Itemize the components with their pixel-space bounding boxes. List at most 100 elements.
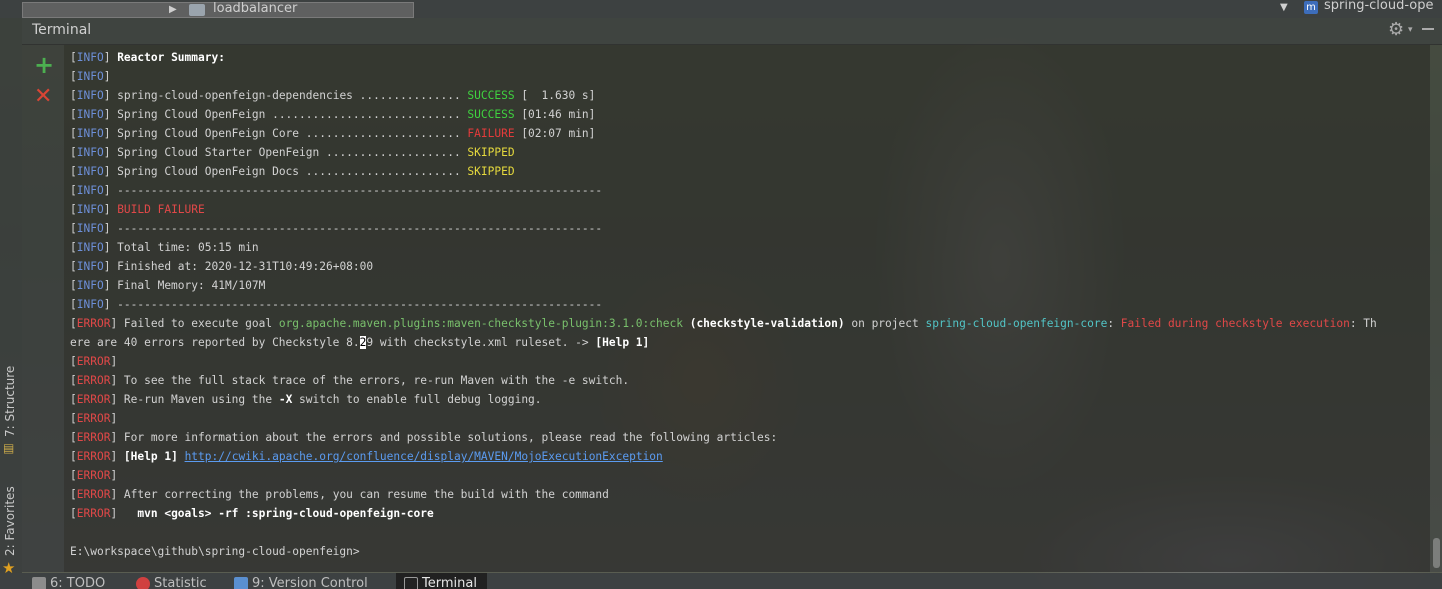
terminal-text: [ xyxy=(70,222,77,235)
gear-icon[interactable]: ⚙ xyxy=(1388,19,1404,40)
terminal-output[interactable]: [INFO] Reactor Summary: [INFO] [INFO] spri… xyxy=(64,45,1430,572)
terminal-text: : Th xyxy=(1349,317,1377,330)
terminal-text: [ xyxy=(70,298,77,311)
terminal-text: ere are 40 errors reported by Checkstyle… xyxy=(70,336,360,349)
scrollbar[interactable] xyxy=(1430,45,1442,572)
chevron-down-icon[interactable]: ▾ xyxy=(1408,25,1413,35)
terminal-line: [INFO] Reactor Summary: xyxy=(70,48,1377,67)
terminal-text: [ xyxy=(70,469,77,482)
terminal-text: switch to enable full debug logging. xyxy=(292,393,542,406)
terminal-text: [ xyxy=(70,70,77,83)
minimize-icon[interactable] xyxy=(1422,28,1434,30)
terminal-line: [ERROR] [Help 1] http://cwiki.apache.org… xyxy=(70,447,1377,466)
terminal-text: ] xyxy=(103,51,118,64)
terminal-line: [INFO] Spring Cloud OpenFeign Core .....… xyxy=(70,124,1377,143)
vcs-icon xyxy=(234,577,248,589)
log-level-tag: INFO xyxy=(76,279,104,292)
terminal-text: ] --------------------------------------… xyxy=(103,184,603,197)
terminal-text: ] Final Memory: 41M/107M xyxy=(103,279,266,292)
terminal-text: ] Failed to execute goal xyxy=(110,317,279,330)
log-level-tag: ERROR xyxy=(76,355,111,368)
maven-module-icon: m xyxy=(1304,1,1318,14)
terminal-text: Failed during checkstyle execution xyxy=(1120,317,1350,330)
terminal-text: [Help 1] xyxy=(595,336,650,349)
terminal-text: [ xyxy=(70,488,77,501)
tool-tab-todo-label: 6: TODO xyxy=(50,576,106,589)
terminal-text: org.apache.maven.plugins:maven-checkstyl… xyxy=(278,317,683,330)
tool-tab-version-control[interactable]: 9: Version Control xyxy=(234,573,368,589)
add-icon[interactable]: + xyxy=(34,53,54,77)
terminal-line: [INFO] Total time: 05:15 min xyxy=(70,238,1377,257)
log-level-tag: INFO xyxy=(76,108,104,121)
log-level-tag: ERROR xyxy=(76,469,111,482)
terminal-text: [ xyxy=(70,279,77,292)
scrollbar-thumb[interactable] xyxy=(1433,538,1440,568)
terminal-text: ] xyxy=(103,203,118,216)
log-level-tag: INFO xyxy=(76,222,104,235)
tab-loadbalancer[interactable]: ▶ loadbalancer xyxy=(22,2,414,18)
terminal-text: ] xyxy=(110,469,118,482)
terminal-line: [INFO] Finished at: 2020-12-31T10:49:26+… xyxy=(70,257,1377,276)
terminal-text: Reactor Summary: xyxy=(117,51,225,64)
terminal-text: [02:07 min] xyxy=(514,127,596,140)
tool-tab-version-control-label: 9: Version Control xyxy=(252,576,368,589)
terminal-line: [INFO] ---------------------------------… xyxy=(70,295,1377,314)
tab-project[interactable]: ▼ m spring-cloud-ope xyxy=(1276,0,1442,16)
terminal-line: [ERROR] xyxy=(70,466,1377,485)
terminal-text: ] Spring Cloud Starter OpenFeign .......… xyxy=(103,146,468,159)
terminal-text: E:\workspace\github\spring-cloud-openfei… xyxy=(70,545,360,558)
log-level-tag: ERROR xyxy=(76,507,111,520)
help-link[interactable]: http://cwiki.apache.org/confluence/displ… xyxy=(185,450,663,463)
expand-arrow-icon: ▶ xyxy=(169,4,177,15)
tool-tab-terminal[interactable]: Terminal xyxy=(396,573,487,589)
structure-icon: ▤ xyxy=(3,441,15,455)
terminal-text: [ xyxy=(70,184,77,197)
terminal-line: [INFO] Final Memory: 41M/107M xyxy=(70,276,1377,295)
terminal-text: [ xyxy=(70,355,77,368)
tool-tab-favorites[interactable]: 2: Favorites ★ xyxy=(0,486,22,578)
tool-tab-structure[interactable]: 7: Structure ▤ xyxy=(0,363,22,458)
tab-loadbalancer-label: loadbalancer xyxy=(213,1,298,16)
log-level-tag: ERROR xyxy=(76,374,111,387)
terminal-text: [01:46 min] xyxy=(514,108,596,121)
terminal-line: [INFO] xyxy=(70,67,1377,86)
terminal-text: ] Finished at: 2020-12-31T10:49:26+08:00 xyxy=(103,260,374,273)
terminal-text: SKIPPED xyxy=(467,165,515,178)
terminal-text: [ xyxy=(70,260,77,273)
folder-icon xyxy=(189,4,205,16)
terminal-line: [ERROR] Re-run Maven using the -X switch… xyxy=(70,390,1377,409)
terminal-text: [ xyxy=(70,241,77,254)
terminal-text: [ xyxy=(70,203,77,216)
close-icon[interactable]: ✕ xyxy=(34,85,52,109)
terminal-text: [ xyxy=(70,450,77,463)
terminal-text: [ xyxy=(70,431,77,444)
terminal-text: ] --------------------------------------… xyxy=(103,222,603,235)
terminal-text: FAILURE xyxy=(467,127,515,140)
terminal-text: ] spring-cloud-openfeign-dependencies ..… xyxy=(103,89,468,102)
terminal-line: [INFO] BUILD FAILURE xyxy=(70,200,1377,219)
terminal-text: ] xyxy=(110,412,118,425)
tool-tab-todo[interactable]: 6: TODO xyxy=(32,573,105,589)
log-level-tag: ERROR xyxy=(76,450,111,463)
terminal-line: [ERROR] After correcting the problems, y… xyxy=(70,485,1377,504)
log-level-tag: ERROR xyxy=(76,431,111,444)
terminal-line: [INFO] Spring Cloud OpenFeign ..........… xyxy=(70,105,1377,124)
terminal-text: -X xyxy=(278,393,293,406)
terminal-text: mvn <goals> -rf :spring-cloud-openfeign-… xyxy=(137,507,434,520)
tool-tab-terminal-label: Terminal xyxy=(422,576,477,589)
statistic-icon xyxy=(136,577,150,589)
tool-tab-statistic[interactable]: Statistic xyxy=(136,573,207,589)
terminal-line: [ERROR] xyxy=(70,352,1377,371)
terminal-text: [ xyxy=(70,89,77,102)
log-level-tag: INFO xyxy=(76,298,104,311)
terminal-text: SUCCESS xyxy=(467,108,515,121)
terminal-line: [ERROR] mvn <goals> -rf :spring-cloud-op… xyxy=(70,504,1377,523)
panel-title: Terminal xyxy=(32,22,92,38)
terminal-text: [ xyxy=(70,108,77,121)
terminal-text: SKIPPED xyxy=(467,146,515,159)
terminal-text: on project xyxy=(844,317,926,330)
terminal-text: ] Spring Cloud OpenFeign Docs ..........… xyxy=(103,165,468,178)
terminal-line: [INFO] spring-cloud-openfeign-dependenci… xyxy=(70,86,1377,105)
terminal-text: [ xyxy=(70,146,77,159)
